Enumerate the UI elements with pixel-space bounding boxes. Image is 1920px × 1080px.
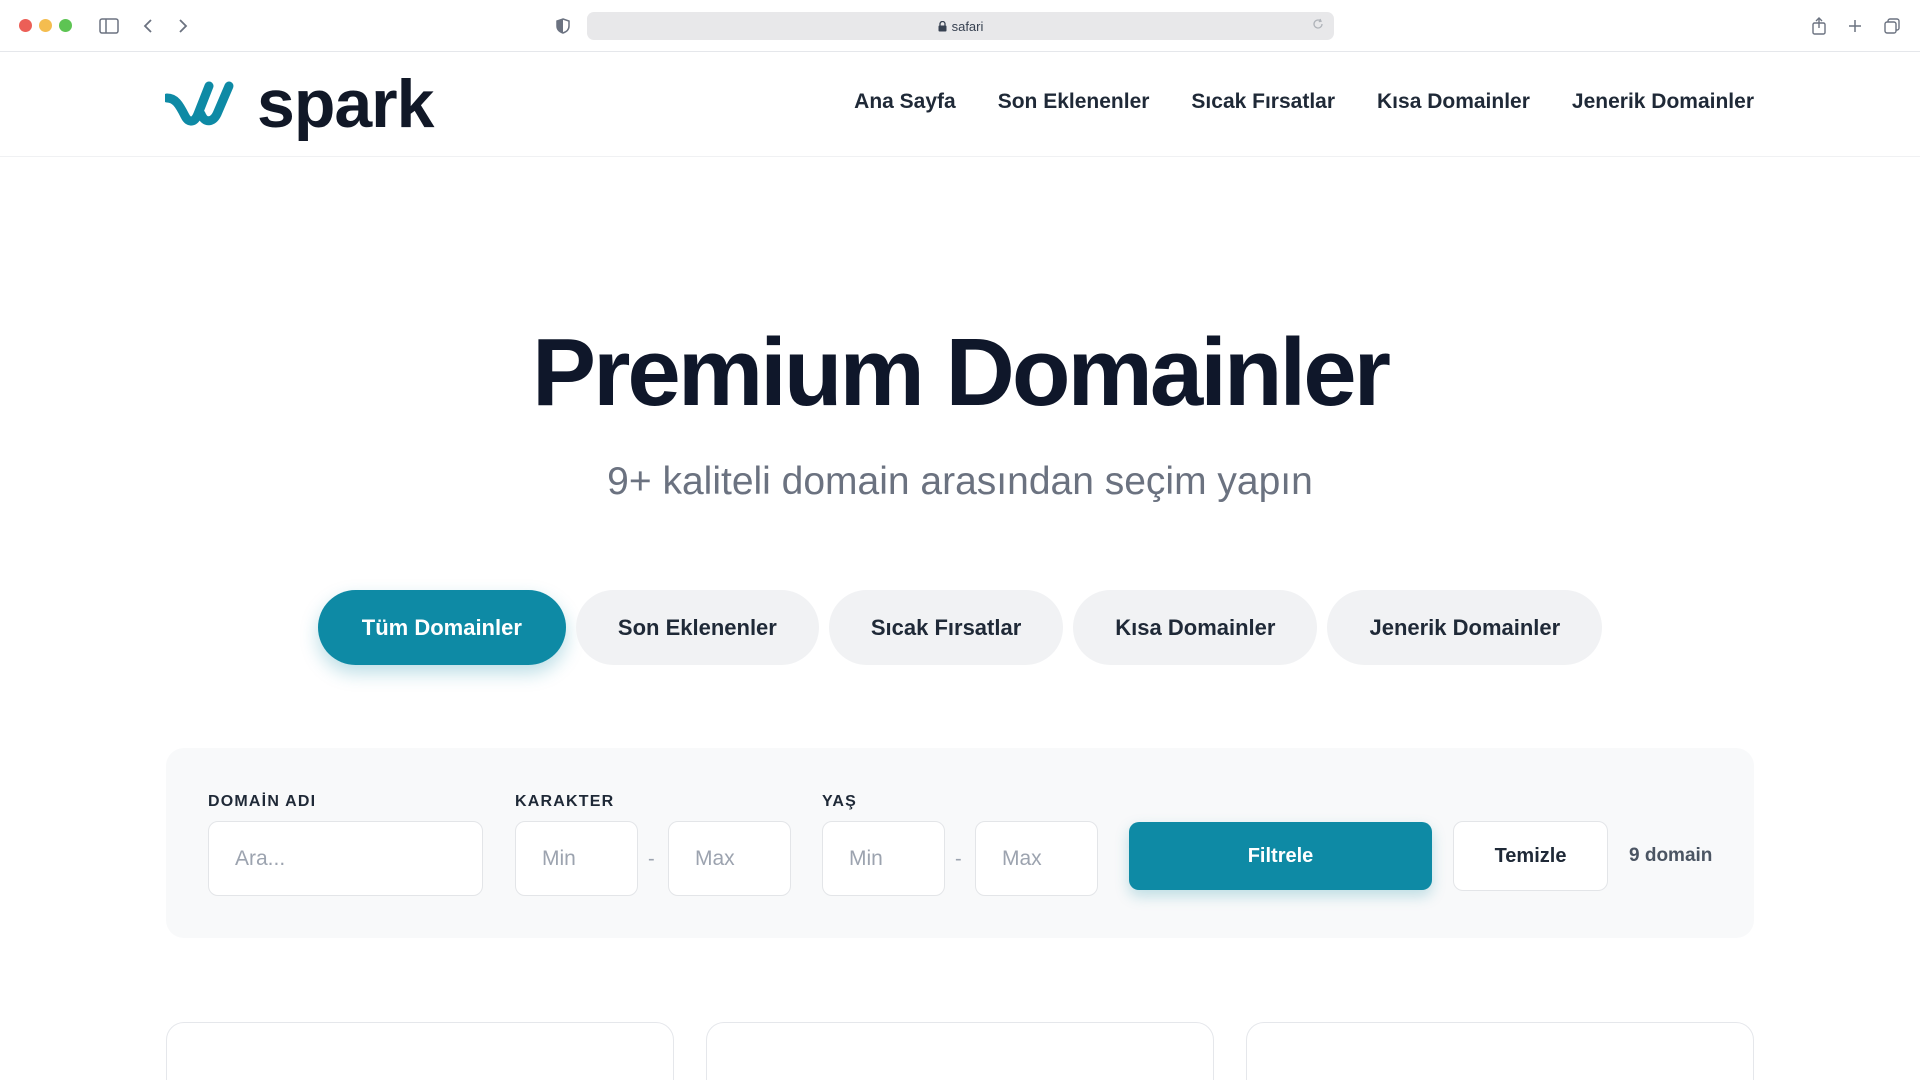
minimize-window-button[interactable] [39,19,52,32]
character-min-input[interactable] [515,821,638,896]
lock-icon [938,20,947,32]
tab-generic-domains[interactable]: Jenerik Domainler [1327,590,1603,665]
tab-short-domains[interactable]: Kısa Domainler [1073,590,1318,665]
domain-search-input[interactable] [208,821,483,896]
logo-text: spark [257,66,434,142]
filter-button[interactable]: Filtrele [1129,822,1432,890]
domain-card[interactable] [166,1022,674,1080]
back-icon[interactable] [139,13,157,39]
age-max-input[interactable] [975,821,1098,896]
nav-link-generic-domains[interactable]: Jenerik Domainler [1572,90,1754,114]
clear-button[interactable]: Temizle [1453,821,1608,891]
nav-link-short-domains[interactable]: Kısa Domainler [1377,90,1530,114]
tab-overview-icon[interactable] [1881,13,1903,39]
character-max-input[interactable] [668,821,791,896]
age-range-dash: - [955,848,962,870]
close-window-button[interactable] [19,19,32,32]
reload-icon[interactable] [1312,18,1324,33]
character-range-dash: - [648,848,655,870]
domain-card[interactable] [706,1022,1214,1080]
character-label: KARAKTER [515,793,615,810]
privacy-shield-icon[interactable] [553,13,573,39]
spark-logo-icon [162,78,251,131]
nav-link-hot-deals[interactable]: Sıcak Fırsatlar [1191,90,1335,114]
zoom-window-button[interactable] [59,19,72,32]
age-label: YAŞ [822,793,858,810]
domain-name-label: DOMAİN ADI [208,793,317,810]
site-header: spark Ana Sayfa Son Eklenenler Sıcak Fır… [0,52,1920,157]
browser-toolbar: safari [0,0,1920,52]
address-bar[interactable]: safari [587,12,1334,40]
result-count: 9 domain [1629,845,1713,866]
tab-recent[interactable]: Son Eklenenler [575,590,819,665]
tab-hot-deals[interactable]: Sıcak Fırsatlar [828,590,1064,665]
page-subtitle: 9+ kaliteli domain arasından seçim yapın [607,460,1313,503]
tab-all-domains[interactable]: Tüm Domainler [317,590,566,665]
nav-link-home[interactable]: Ana Sayfa [854,90,956,114]
nav-link-recent[interactable]: Son Eklenenler [998,90,1150,114]
address-text: safari [951,18,984,34]
new-tab-icon[interactable] [1845,13,1865,39]
sidebar-toggle-icon[interactable] [97,13,121,39]
logo[interactable]: spark [162,66,434,142]
share-icon[interactable] [1809,13,1829,39]
main-nav: Ana Sayfa Son Eklenenler Sıcak Fırsatlar… [854,90,1754,114]
domain-card[interactable] [1246,1022,1754,1080]
forward-icon[interactable] [174,13,192,39]
filter-panel: DOMAİN ADI KARAKTER - YAŞ - Filtrele Tem… [166,748,1754,938]
category-tabs: Tüm Domainler Son Eklenenler Sıcak Fırsa… [0,590,1920,665]
page-title: Premium Domainler [532,319,1391,426]
age-min-input[interactable] [822,821,945,896]
